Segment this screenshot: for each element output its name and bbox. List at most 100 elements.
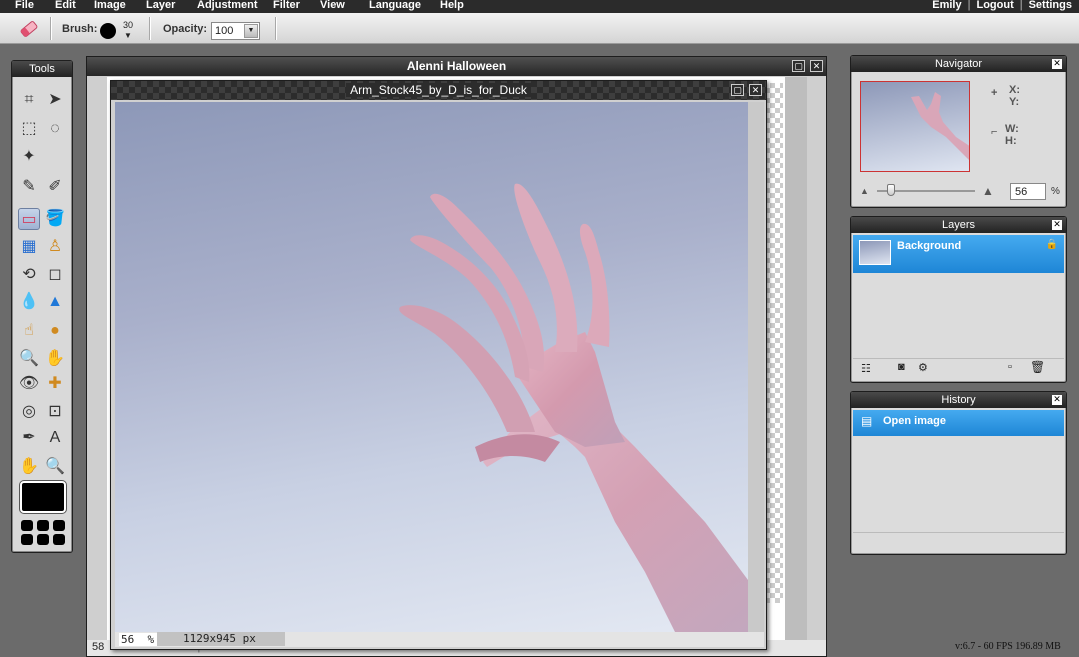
vertical-scrollbar[interactable] bbox=[748, 102, 764, 632]
move-icon[interactable]: ➤ bbox=[44, 89, 66, 111]
document-window-inner: Arm_Stock45_by_D_is_for_Duck ▢ ✕ 56 % 11… bbox=[110, 80, 767, 650]
brush-label: Brush: bbox=[62, 23, 98, 35]
opacity-value: 100 bbox=[215, 25, 234, 37]
logout-link[interactable]: Logout bbox=[976, 0, 1013, 12]
zoom-icon[interactable]: 🔍 bbox=[44, 456, 66, 478]
trash-icon[interactable]: 🗑 bbox=[1030, 360, 1045, 374]
separator: | bbox=[1019, 0, 1023, 11]
menu-image[interactable]: Image bbox=[94, 0, 126, 12]
layer-thumbnail bbox=[859, 240, 891, 265]
menu-language[interactable]: Language bbox=[369, 0, 421, 12]
y-label: Y: bbox=[1009, 96, 1020, 108]
x-label: X: bbox=[1009, 84, 1020, 96]
chevron-down-icon[interactable]: ▼ bbox=[244, 24, 258, 38]
zoom-level[interactable]: 56 % bbox=[119, 633, 157, 646]
zoom-level[interactable]: 58 bbox=[92, 641, 104, 653]
burn-icon[interactable]: 🔍 bbox=[18, 348, 40, 370]
menu-help[interactable]: Help bbox=[440, 0, 464, 12]
menu-file[interactable]: File bbox=[15, 0, 34, 12]
marquee-icon[interactable]: ⬚ bbox=[18, 118, 40, 140]
lock-icon[interactable]: 🔒 bbox=[1046, 239, 1058, 250]
chevron-down-icon[interactable]: ▼ bbox=[124, 32, 132, 40]
menu-adjustment[interactable]: Adjustment bbox=[197, 0, 258, 12]
history-item[interactable]: ▤ Open image bbox=[853, 410, 1064, 436]
replace-color-icon[interactable]: ⟲ bbox=[18, 264, 40, 286]
history-title: History ✕ bbox=[851, 392, 1066, 408]
menu-view[interactable]: View bbox=[320, 0, 345, 12]
navigator-thumbnail[interactable] bbox=[860, 81, 970, 172]
close-button[interactable]: ✕ bbox=[810, 60, 823, 72]
color-picker-icon[interactable]: ✒ bbox=[18, 427, 40, 449]
menu-edit[interactable]: Edit bbox=[55, 0, 76, 12]
smudge-icon[interactable]: ☝ bbox=[18, 320, 40, 342]
type-icon[interactable]: A bbox=[44, 427, 66, 449]
sharpen-icon[interactable]: ▲ bbox=[44, 291, 66, 313]
bucket-icon[interactable]: 🪣 bbox=[44, 208, 66, 230]
zoom-unit: % bbox=[1051, 186, 1060, 197]
new-layer-icon[interactable]: ▫ bbox=[1008, 361, 1012, 373]
document-title: Alenni Halloween bbox=[87, 57, 826, 76]
preset-swatch[interactable] bbox=[37, 520, 49, 531]
eraser-icon[interactable]: ▭ bbox=[18, 208, 40, 230]
preset-swatch[interactable] bbox=[53, 534, 65, 545]
image-dimensions: 1129x945 px bbox=[157, 632, 285, 646]
bloat-icon[interactable]: ◎ bbox=[18, 401, 40, 423]
foreground-color-swatch[interactable] bbox=[20, 481, 66, 513]
layer-style-icon[interactable]: ☷ bbox=[861, 362, 871, 375]
close-icon[interactable]: ✕ bbox=[1052, 395, 1062, 405]
close-button[interactable]: ✕ bbox=[749, 84, 762, 96]
layer-row-background[interactable]: Background 🔒 bbox=[853, 235, 1064, 273]
magic-wand-icon[interactable]: ✦ bbox=[18, 146, 40, 168]
eraser-icon bbox=[18, 19, 40, 39]
brush-size: 30 bbox=[123, 20, 134, 30]
crosshair-icon: + bbox=[991, 87, 998, 99]
gradient-icon[interactable]: ▦ bbox=[18, 236, 40, 258]
red-eye-icon[interactable]: 👁 bbox=[18, 373, 40, 395]
crop-icon[interactable]: ⌗ bbox=[18, 89, 40, 111]
brush-icon[interactable]: ✐ bbox=[44, 176, 66, 198]
bandage-icon[interactable]: ✚ bbox=[44, 373, 66, 395]
transparent-area bbox=[765, 83, 783, 603]
preset-swatch[interactable] bbox=[37, 534, 49, 545]
document-title: Arm_Stock45_by_D_is_for_Duck bbox=[346, 83, 531, 97]
preset-swatch[interactable] bbox=[21, 520, 33, 531]
drop-icon[interactable]: 💧 bbox=[18, 291, 40, 313]
user-name[interactable]: Emily bbox=[932, 0, 961, 12]
layer-settings-icon[interactable]: ⚙ bbox=[918, 361, 928, 374]
tools-title: Tools bbox=[12, 61, 72, 77]
layer-name: Background bbox=[897, 240, 962, 252]
close-icon[interactable]: ✕ bbox=[1052, 220, 1062, 230]
zoom-in-icon[interactable]: ▲ bbox=[982, 184, 994, 198]
preset-swatch[interactable] bbox=[53, 520, 65, 531]
pinch-icon[interactable]: ⊡ bbox=[44, 401, 66, 423]
pencil-icon[interactable]: ✎ bbox=[18, 176, 40, 198]
scrollbar[interactable] bbox=[785, 77, 807, 640]
hand-icon[interactable]: ✋ bbox=[18, 456, 40, 478]
navigator-panel: Navigator ✕ + X: Y: ⌐ W: H: ▲ ▲ 56 % bbox=[850, 55, 1067, 208]
document-title-bar[interactable]: Arm_Stock45_by_D_is_for_Duck bbox=[111, 81, 766, 100]
layer-mask-icon[interactable]: ◙ bbox=[898, 361, 905, 373]
close-icon[interactable]: ✕ bbox=[1052, 59, 1062, 69]
preset-swatch[interactable] bbox=[21, 534, 33, 545]
hand-photo bbox=[399, 183, 748, 632]
photo-canvas[interactable] bbox=[115, 102, 748, 632]
dodge-icon[interactable]: ✋ bbox=[44, 348, 66, 370]
brush-preview[interactable] bbox=[100, 23, 116, 39]
settings-link[interactable]: Settings bbox=[1029, 0, 1072, 12]
stamp-icon[interactable]: ♙ bbox=[44, 236, 66, 258]
menu-filter[interactable]: Filter bbox=[273, 0, 300, 12]
shape-icon[interactable]: ◻ bbox=[44, 264, 66, 286]
selection-size-icon: ⌐ bbox=[991, 126, 998, 138]
zoom-out-icon[interactable]: ▲ bbox=[860, 186, 869, 196]
maximize-button[interactable]: ▢ bbox=[792, 60, 805, 72]
layers-title-text: Layers bbox=[941, 219, 976, 231]
zoom-unit: % bbox=[147, 633, 155, 646]
opacity-select[interactable]: 100 ▼ bbox=[211, 22, 260, 40]
history-title-text: History bbox=[941, 394, 976, 406]
lasso-icon[interactable]: ◌ bbox=[44, 118, 66, 140]
menu-layer[interactable]: Layer bbox=[146, 0, 175, 12]
sponge-icon[interactable]: ● bbox=[44, 320, 66, 342]
zoom-slider-thumb[interactable] bbox=[887, 184, 895, 196]
zoom-input[interactable]: 56 bbox=[1010, 183, 1046, 200]
maximize-button[interactable]: ▢ bbox=[731, 84, 744, 96]
